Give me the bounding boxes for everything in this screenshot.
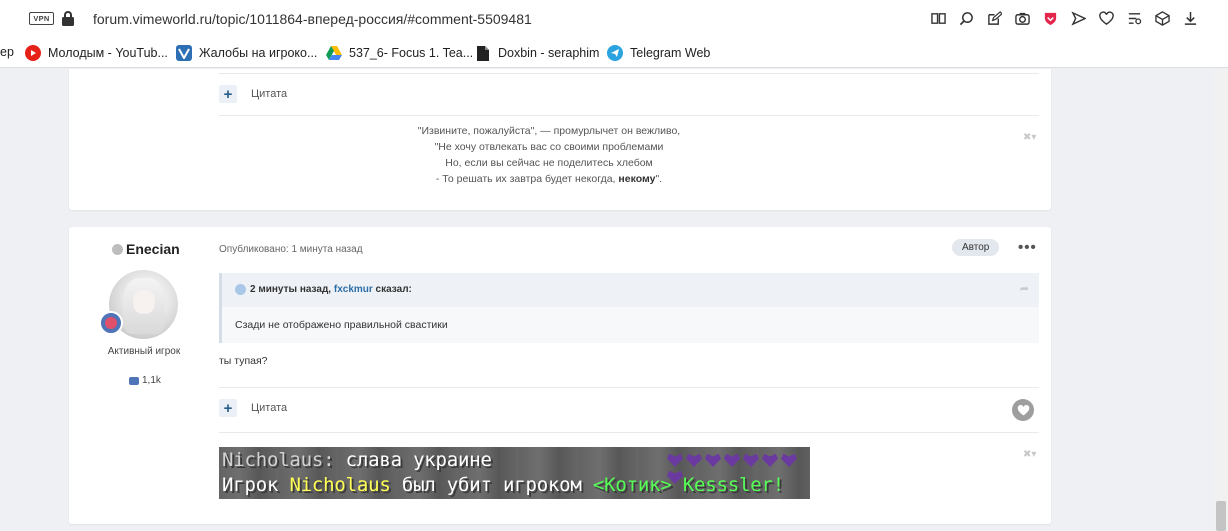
drive-icon — [326, 45, 342, 61]
post-body-text: ты тупая? — [219, 355, 268, 367]
signature-line: - То решать их завтра будет некогда, нек… — [435, 173, 663, 185]
bookmark-item[interactable]: Telegram Web — [607, 45, 710, 61]
post-timestamp[interactable]: Опубликовано: 1 минута назад — [219, 244, 363, 255]
scrollbar-thumb[interactable] — [1216, 501, 1226, 531]
bookmark-item[interactable]: Жалобы на игроко... — [176, 45, 317, 61]
vpn-badge[interactable]: VPN — [29, 12, 54, 25]
user-rank-title: Активный игрок — [107, 346, 181, 357]
browser-urlbar: VPN forum.vimeworld.ru/topic/1011864-впе… — [0, 0, 1228, 38]
bookmark-item[interactable]: ер — [0, 45, 14, 59]
heart-icon — [724, 453, 740, 467]
box-icon[interactable] — [1154, 10, 1170, 26]
heart-icon — [705, 453, 721, 467]
heart-icon — [762, 453, 778, 467]
bookmark-item[interactable]: 537_6- Focus 1. Tea... — [326, 45, 473, 61]
send-icon[interactable] — [1070, 10, 1086, 26]
multiquote-button[interactable]: + — [219, 85, 237, 103]
post-author-name[interactable]: Enecian — [126, 241, 180, 257]
lock-icon[interactable] — [62, 11, 74, 26]
forum-page: + Цитата ✖▾ "Извините, пожалуйста", — пр… — [0, 69, 1228, 531]
jump-to-quote-icon[interactable]: ➦ — [1020, 282, 1029, 295]
heart-icon — [781, 453, 797, 467]
download-icon[interactable] — [1182, 10, 1198, 26]
comment-icon — [129, 376, 139, 385]
signature-menu-icon[interactable]: ✖▾ — [1023, 132, 1036, 143]
quote-citation: 2 минуты назад, fxckmur сказал: — [250, 284, 412, 295]
bookmark-label: Telegram Web — [630, 46, 711, 60]
chat-line: Nicholaus: слава украине — [222, 449, 492, 471]
quote-button[interactable]: Цитата — [251, 88, 287, 100]
heart-icon — [686, 453, 702, 467]
divider — [219, 387, 1039, 388]
author-badge: Автор — [952, 239, 1000, 256]
bookmarks-bar: ер Молодым - YouTub... Жалобы на игроко.… — [0, 38, 1228, 68]
heart-icon — [667, 453, 683, 467]
toolbar-icons — [930, 10, 1198, 26]
quote-header: 2 минуты назад, fxckmur сказал: ➦ — [219, 273, 1039, 307]
user-signature: "Извините, пожалуйста", — промурлычет он… — [219, 123, 879, 187]
edit-icon[interactable] — [986, 10, 1002, 26]
bookmark-label: 537_6- Focus 1. Tea... — [349, 46, 474, 60]
scrollbar[interactable] — [1214, 69, 1228, 531]
post-card: Enecian Активный игрок 1,1k Опубликовано… — [69, 227, 1051, 524]
divider — [219, 73, 1039, 74]
vimeworld-icon — [176, 45, 192, 61]
post-card-previous: + Цитата ✖▾ "Извините, пожалуйста", — пр… — [69, 69, 1051, 210]
signature-menu-icon[interactable]: ✖▾ — [1023, 449, 1036, 460]
bookmark-item[interactable]: Doxbin - seraphim — [475, 45, 599, 61]
signature-line: "Извините, пожалуйста", — промурлычет он… — [417, 125, 681, 137]
heart-icon[interactable] — [1098, 10, 1114, 26]
doc-icon — [475, 45, 491, 61]
quote-body: Сзади не отображено правильной свастики — [219, 307, 1039, 343]
quote-button[interactable]: Цитата — [251, 402, 287, 414]
multiquote-button[interactable]: + — [219, 399, 237, 417]
reader-icon[interactable] — [930, 10, 946, 26]
youtube-icon — [25, 45, 41, 61]
rank-badge-icon[interactable] — [99, 311, 123, 335]
bookmark-label: Молодым - YouTub... — [48, 46, 168, 60]
camera-icon[interactable] — [1014, 10, 1030, 26]
chat-line: Игрок Nicholaus был убит игроком <Котик>… — [222, 474, 784, 496]
telegram-icon — [607, 45, 623, 61]
divider — [219, 115, 1039, 116]
minecraft-chat-image[interactable]: Nicholaus: слава украине Игрок Nicholaus… — [219, 447, 810, 499]
post-options-icon[interactable]: ••• — [1018, 239, 1037, 256]
quote-author-link[interactable]: fxckmur — [334, 284, 373, 295]
search-icon[interactable] — [958, 10, 974, 26]
bookmark-label: Doxbin - seraphim — [498, 46, 600, 60]
bookmark-item[interactable]: Молодым - YouTub... — [25, 45, 168, 61]
user-post-count: 1,1k — [129, 375, 161, 386]
settings-icon[interactable] — [1126, 10, 1142, 26]
address-field[interactable]: forum.vimeworld.ru/topic/1011864-вперед-… — [93, 11, 532, 27]
offline-status-icon — [112, 244, 123, 255]
divider — [219, 432, 1039, 433]
heart-icon — [743, 453, 759, 467]
like-button[interactable] — [1012, 399, 1034, 421]
signature-line: Но, если вы сейчас не поделитесь хлебом — [445, 157, 653, 169]
signature-line: "Не хочу отвлекать вас со своими проблем… — [434, 141, 664, 153]
bookmark-label: Жалобы на игроко... — [199, 46, 318, 60]
shield-icon[interactable] — [1042, 10, 1058, 26]
check-icon — [235, 284, 246, 295]
bookmark-label: ер — [0, 45, 14, 59]
quote-text: Сзади не отображено правильной свастики — [235, 319, 448, 331]
